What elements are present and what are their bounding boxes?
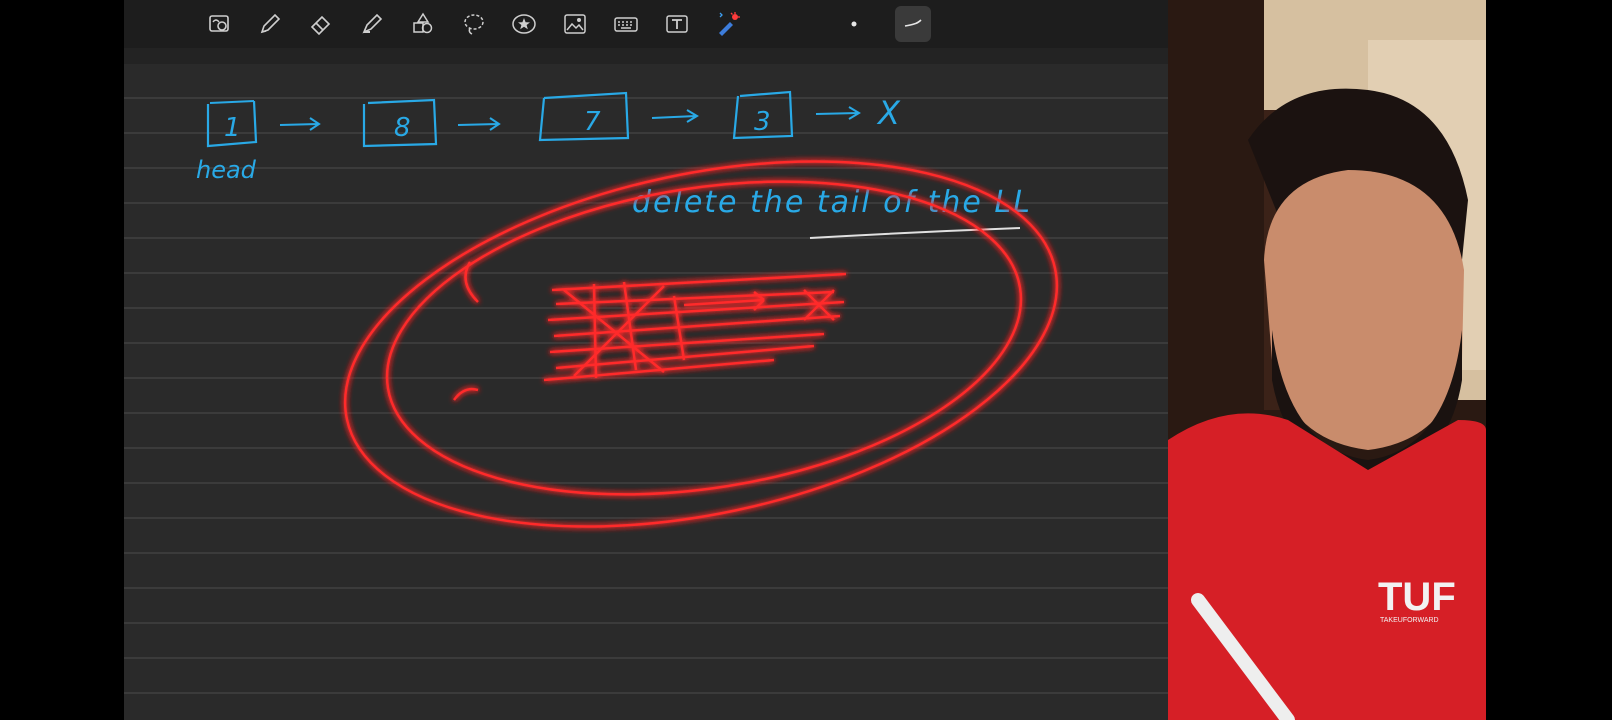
handwritten-notes: 1 8 7 3 X head delete the tail of the LL [196, 90, 1059, 528]
ll-node-value: 7 [584, 107, 601, 137]
null-marker: X [876, 94, 901, 132]
ll-node-value: 8 [394, 113, 411, 143]
presenter-video: TUF TAKEUFORWARD [1168, 0, 1486, 720]
ll-node-value: 1 [224, 113, 241, 143]
arrow [457, 117, 501, 131]
ll-node-value: 3 [754, 107, 771, 137]
ll-node-2: 8 [362, 98, 438, 148]
ll-node-3: 7 [538, 91, 630, 142]
letterbox-right [1486, 0, 1612, 720]
shirt-logo: TUF [1378, 575, 1456, 619]
arrow [279, 117, 321, 131]
laser-annotations [343, 160, 1059, 528]
ll-node-4: 3 [732, 90, 794, 140]
shirt-logo-sub: TAKEUFORWARD [1380, 617, 1439, 624]
notes-canvas[interactable]: 1 8 7 3 X head delete the tail of the LL [124, 0, 1168, 720]
caption-text: delete the tail of the LL [632, 185, 1032, 220]
webcam-feed: TUF TAKEUFORWARD [1168, 0, 1486, 720]
arrow [651, 109, 699, 123]
arrow [815, 106, 861, 120]
head-label: head [196, 156, 257, 184]
ll-node-1: 1 [206, 100, 258, 148]
